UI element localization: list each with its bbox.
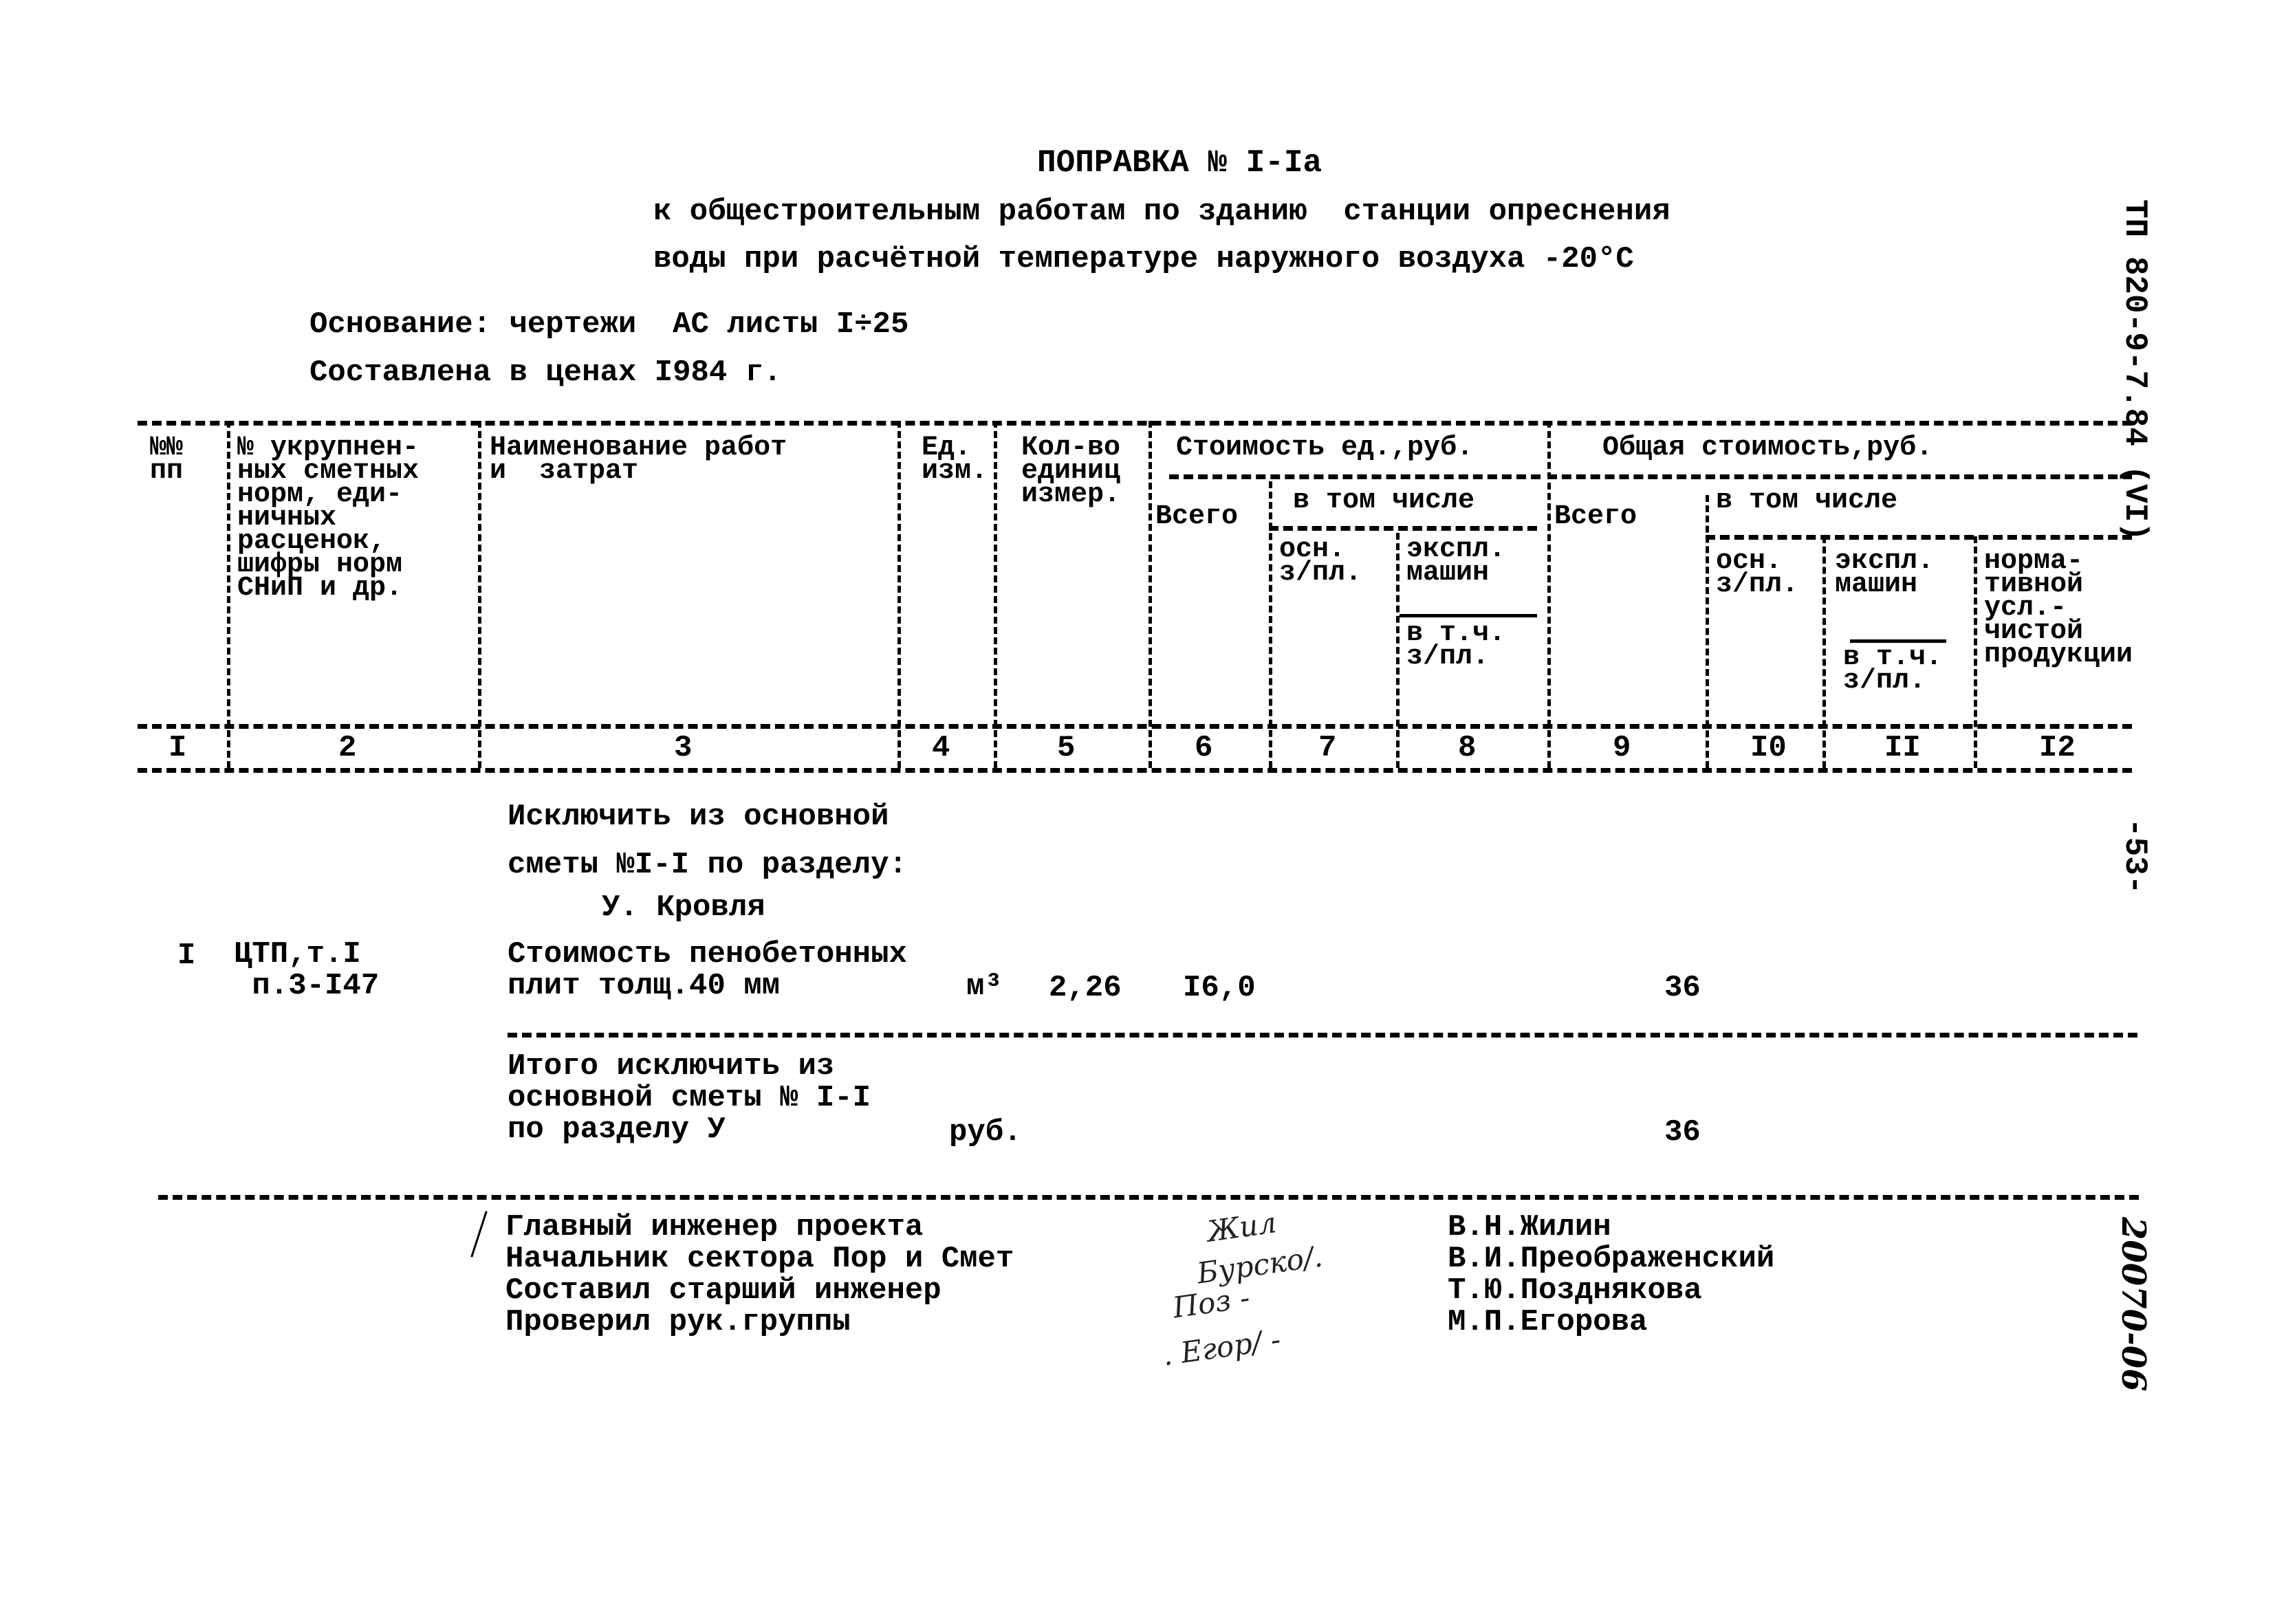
basis-line: Основание: чертежи АС листы I÷25	[309, 307, 909, 342]
handwritten-signature: Поз -	[1171, 1280, 1252, 1325]
total-incl-divider	[1706, 535, 2132, 540]
slash-mark	[470, 1211, 488, 1258]
col-separator	[994, 421, 997, 768]
section-name: У. Кровля	[602, 890, 765, 925]
total-cost-group-divider	[1547, 474, 2132, 479]
col-separator	[227, 421, 230, 768]
total-label: Итого исключить из основной сметы № I-I …	[508, 1049, 871, 1147]
column-number: 2	[338, 731, 357, 765]
table-top-border	[138, 421, 2132, 426]
col-separator	[478, 421, 481, 768]
row-name: Стоимость пенобетонных плит толщ.40 мм	[508, 937, 907, 1003]
document-title: ПОПРАВКА № I-Iа	[1037, 145, 1322, 181]
column-number: I	[168, 731, 187, 765]
row-code: ЦТП,т.I п.3-I47	[234, 937, 380, 1003]
col-separator	[1822, 536, 1826, 768]
archive-number: 20070-06	[2114, 1217, 2153, 1392]
unit-incl-divider	[1269, 526, 1537, 531]
column-number: I2	[2039, 731, 2076, 765]
column-number: II	[1884, 731, 1921, 765]
column-numbers-bottom-border	[138, 768, 2132, 773]
header-col-6: Всего	[1155, 501, 1239, 532]
column-number: 9	[1613, 731, 1631, 765]
col-separator	[1547, 421, 1551, 768]
col-separator	[1149, 421, 1152, 768]
signature-role: Главный инженер проекта	[505, 1210, 924, 1244]
column-number: 8	[1458, 731, 1477, 765]
header-col-7: осн. з/пл.	[1279, 534, 1362, 589]
c8-sub-divider	[1400, 614, 1537, 617]
signature-role: Начальник сектора Пор и Смет	[505, 1242, 1014, 1276]
column-number: 3	[674, 731, 693, 765]
row-total-cost: 36	[1664, 971, 1701, 1005]
header-total-cost-group: Общая стоимость,руб.	[1602, 432, 1933, 463]
page-number: -53-	[2117, 818, 2153, 895]
document-subtitle-line1: к общестроительным работам по зданию ста…	[653, 195, 1670, 229]
signature-name: Т.Ю.Позднякова	[1448, 1273, 1702, 1308]
header-col-4: Ед. изм.	[922, 432, 988, 487]
document-code-label: ТП 820-9-7.84 (VI)	[2117, 199, 2153, 541]
col-separator	[1396, 533, 1400, 768]
row-number: I	[177, 939, 196, 973]
header-col-2: № укрупнен- ных сметных норм, еди- ничны…	[237, 432, 420, 604]
unit-cost-group-divider	[1169, 474, 1541, 479]
header-total-incl-group: в том числе	[1716, 485, 1898, 516]
signatures-divider	[158, 1195, 2139, 1200]
row-quantity: 2,26	[1049, 971, 1122, 1005]
header-col-5: Кол-во единиц измер.	[1021, 432, 1121, 510]
row-divider	[508, 1033, 2137, 1038]
header-unit-incl-group: в том числе	[1293, 485, 1475, 516]
header-col-11-machines: экспл. машин	[1835, 546, 1935, 600]
document-subtitle-line2: воды при расчётной температуре наружного…	[653, 242, 1634, 276]
header-bottom-border	[138, 724, 2132, 729]
section-intro: Исключить из основной сметы №I-I по разд…	[508, 800, 907, 882]
column-number: 6	[1195, 731, 1213, 765]
row-unit: м³	[966, 969, 1003, 1004]
signature-name: В.Н.Жилин	[1448, 1210, 1611, 1244]
header-col-11-wages: в т.ч. з/пл.	[1843, 642, 1943, 696]
header-col-1: №№ пп	[150, 432, 184, 487]
handwritten-signature: . Егор/ -	[1160, 1322, 1283, 1372]
row-unit-cost-total: I6,0	[1183, 971, 1256, 1005]
col-separator	[1706, 495, 1709, 768]
header-col-8-machines: экспл. машин	[1406, 534, 1506, 589]
column-number: 5	[1057, 731, 1076, 765]
header-col-3: Наименование работ и затрат	[490, 432, 787, 487]
total-unit: руб.	[949, 1115, 1022, 1150]
signature-name: М.П.Егорова	[1448, 1305, 1648, 1339]
column-number: I0	[1750, 731, 1787, 765]
header-unit-cost-group: Стоимость ед.,руб.	[1176, 432, 1474, 463]
header-col-8-wages: в т.ч. з/пл.	[1406, 618, 1506, 672]
col-separator	[1269, 481, 1272, 768]
prices-line: Составлена в ценах I984 г.	[309, 355, 782, 390]
signature-role: Составил старший инженер	[505, 1273, 941, 1308]
header-col-12: норма- тивной усл.- чистой продукции	[1984, 546, 2133, 670]
handwritten-signature: Жил	[1205, 1205, 1278, 1249]
column-number: 7	[1318, 731, 1337, 765]
col-separator	[1974, 536, 1977, 768]
col-separator	[897, 421, 901, 768]
column-number: 4	[932, 731, 950, 765]
total-value: 36	[1664, 1115, 1701, 1150]
header-col-9: Всего	[1554, 501, 1637, 532]
signature-role: Проверил рук.группы	[505, 1305, 851, 1339]
signature-name: В.И.Преображенский	[1448, 1242, 1775, 1276]
header-col-10: осн. з/пл.	[1716, 546, 1799, 600]
